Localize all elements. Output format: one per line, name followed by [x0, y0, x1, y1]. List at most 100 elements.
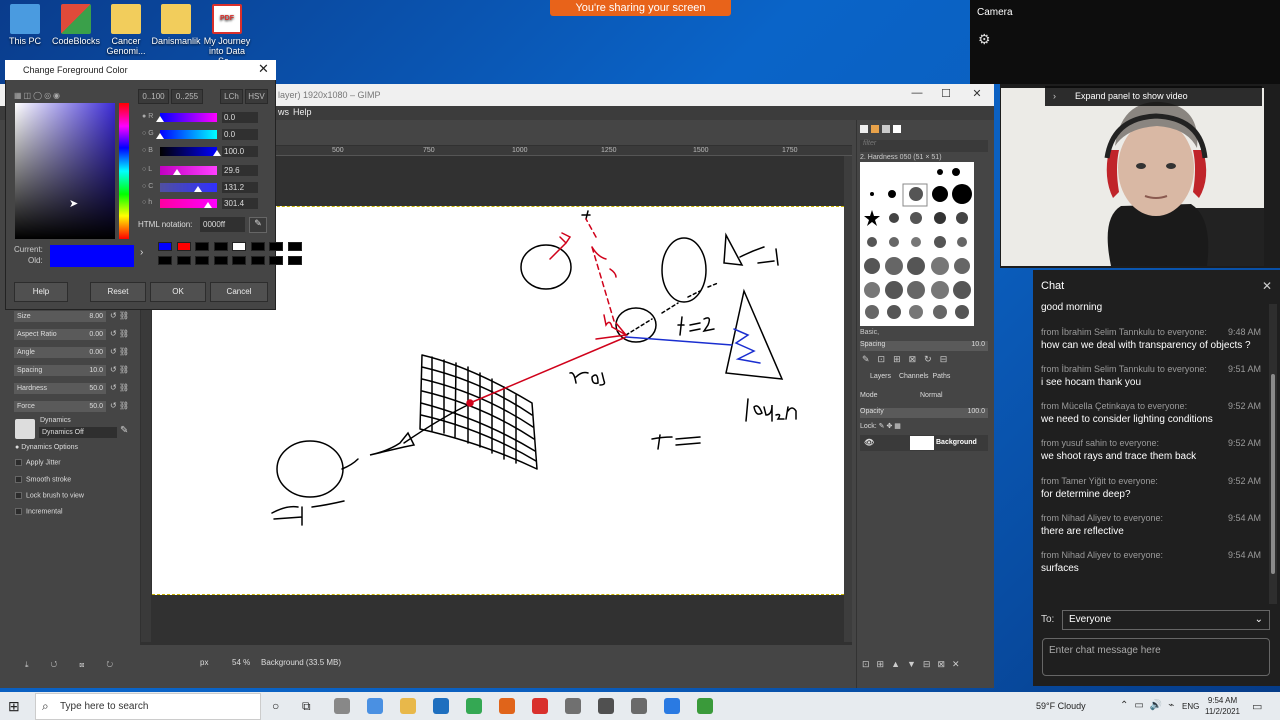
- history-swatch[interactable]: [232, 256, 246, 265]
- layers-tabs[interactable]: Layers Channels Paths: [860, 373, 988, 380]
- taskbar-app-icon[interactable]: [697, 698, 713, 714]
- taskbar-app-icon[interactable]: [433, 698, 449, 714]
- channel-c-slider[interactable]: [160, 183, 217, 192]
- range-0-100-button[interactable]: 0..100: [138, 89, 169, 104]
- gear-icon[interactable]: ⚙: [978, 31, 991, 48]
- size-slider[interactable]: Size 8.00: [14, 311, 106, 322]
- slider-handle[interactable]: [173, 169, 182, 175]
- desktop-icon-my-journey-pdf[interactable]: PDF My Journey into Data Sc...: [202, 4, 252, 66]
- brush-spacing-slider[interactable]: Spacing 10.0: [860, 341, 988, 351]
- desktop-icon-cancer-genomics[interactable]: Cancer Genomi...: [101, 4, 151, 56]
- menu-help[interactable]: Help: [293, 107, 312, 117]
- channel-g-slider[interactable]: [156, 130, 217, 139]
- history-swatch[interactable]: [195, 256, 209, 265]
- reset-icon[interactable]: ↺ ⛓: [110, 401, 132, 410]
- lch-button[interactable]: LCh: [220, 89, 243, 104]
- channel-r-slider[interactable]: [156, 113, 217, 122]
- desktop-icon-this-pc[interactable]: This PC: [0, 4, 50, 46]
- hardness-slider[interactable]: Hardness 50.0: [14, 383, 106, 394]
- taskbar-app-icon[interactable]: [367, 698, 383, 714]
- eyedropper-icon[interactable]: ✎: [249, 217, 267, 233]
- channel-l-value[interactable]: 29.6: [222, 165, 258, 176]
- history-swatch[interactable]: [269, 242, 283, 251]
- saturation-value-picker[interactable]: [15, 103, 115, 239]
- apply-jitter-checkbox[interactable]: Apply Jitter: [15, 459, 61, 466]
- taskbar-app-icon[interactable]: [565, 698, 581, 714]
- html-notation-input[interactable]: 0000ff: [200, 217, 245, 232]
- taskbar-app-icon[interactable]: [631, 698, 647, 714]
- cancel-button[interactable]: Cancel: [210, 282, 268, 302]
- zoom-select[interactable]: 54 %: [232, 658, 250, 667]
- tab-paths[interactable]: Paths: [933, 373, 951, 380]
- reset-icon[interactable]: ↺ ⛓: [110, 329, 132, 338]
- taskbar-app-icon[interactable]: [532, 698, 548, 714]
- channel-h-slider[interactable]: [160, 199, 217, 208]
- channel-r-value[interactable]: 0.0: [222, 112, 258, 123]
- clock[interactable]: 9:54 AM 11/2/2021: [1205, 695, 1240, 717]
- history-swatch[interactable]: [287, 242, 302, 251]
- channel-l-slider[interactable]: [160, 166, 217, 175]
- reset-icon[interactable]: ↺ ⛓: [110, 383, 132, 392]
- reset-button[interactable]: Reset: [90, 282, 146, 302]
- language-indicator[interactable]: ENG: [1182, 702, 1199, 711]
- layer-actions[interactable]: ⊡⊞▲▼⊟⊠✕: [862, 659, 967, 670]
- layer-mode-row[interactable]: Mode Normal: [860, 392, 988, 399]
- brush-actions[interactable]: ✎⊡⊞⊠↻⊟: [862, 354, 955, 365]
- color-selector-tabs[interactable]: ▦◫◯◎◉: [14, 91, 62, 100]
- tab-layers[interactable]: Layers: [870, 373, 891, 380]
- recipient-select[interactable]: Everyone ⌄: [1062, 610, 1270, 630]
- history-swatch[interactable]: [158, 242, 172, 251]
- windows-start-icon[interactable]: ⊞: [8, 698, 20, 715]
- ok-button[interactable]: OK: [150, 282, 206, 302]
- unit-select[interactable]: px: [200, 658, 208, 667]
- history-swatch[interactable]: [250, 242, 265, 251]
- channel-h-value[interactable]: 301.4: [222, 198, 258, 209]
- chat-message-input[interactable]: Enter chat message here: [1042, 638, 1270, 676]
- vertical-scrollbar[interactable]: [844, 156, 852, 642]
- history-swatch[interactable]: [176, 242, 191, 251]
- incremental-checkbox[interactable]: Incremental: [15, 508, 63, 515]
- hsv-button[interactable]: HSV: [245, 89, 268, 104]
- taskbar-app-icon[interactable]: [664, 698, 680, 714]
- reset-icon[interactable]: ↺ ⛓: [110, 365, 132, 374]
- minimize-button[interactable]: —: [907, 87, 927, 99]
- slider-handle[interactable]: [156, 116, 164, 122]
- history-swatch[interactable]: [250, 256, 265, 265]
- help-button[interactable]: Help: [14, 282, 68, 302]
- eye-icon[interactable]: 👁: [864, 438, 874, 447]
- brush-grid[interactable]: [860, 162, 974, 326]
- chat-scrollbar[interactable]: [1269, 304, 1277, 604]
- menu-windows[interactable]: ws: [278, 107, 289, 117]
- history-swatch[interactable]: [176, 256, 191, 265]
- expand-panel-bar[interactable]: › Expand panel to show video: [1045, 86, 1262, 106]
- opacity-slider[interactable]: Opacity 100.0: [860, 408, 988, 418]
- sharing-screen-banner[interactable]: You're sharing your screen: [550, 0, 731, 16]
- system-tray-icons[interactable]: ⌃▭🔊⌁: [1120, 700, 1180, 711]
- lock-row[interactable]: Lock: ✎ ✥ ▦: [860, 422, 901, 430]
- dynamics-select[interactable]: Dynamics Off: [39, 427, 117, 438]
- edit-icon[interactable]: ✎: [120, 425, 128, 436]
- brush-set-select[interactable]: Basic,: [860, 329, 988, 336]
- tab-channels[interactable]: Channels: [899, 373, 929, 380]
- notification-icon[interactable]: ▭: [1252, 700, 1262, 713]
- arrow-right-icon[interactable]: ›: [140, 247, 152, 265]
- channel-b-slider[interactable]: [160, 147, 221, 156]
- angle-slider[interactable]: Angle 0.00: [14, 347, 106, 358]
- task-view-icon[interactable]: ⧉: [302, 699, 311, 714]
- taskbar-app-icon[interactable]: [334, 698, 350, 714]
- tool-options-actions[interactable]: ⤓↺⊠↻: [25, 660, 135, 670]
- channel-c-value[interactable]: 131.2: [222, 182, 258, 193]
- history-swatch[interactable]: [158, 256, 172, 265]
- taskbar-app-icon[interactable]: [499, 698, 515, 714]
- history-swatch[interactable]: [287, 256, 302, 265]
- hue-strip[interactable]: [119, 103, 129, 239]
- desktop-icon-danismanlik[interactable]: Danismanlik: [151, 4, 201, 46]
- taskbar-app-icon[interactable]: [466, 698, 482, 714]
- history-swatch[interactable]: [213, 242, 228, 251]
- aspect-ratio-slider[interactable]: Aspect Ratio 0.00: [14, 329, 106, 340]
- maximize-button[interactable]: ☐: [936, 87, 956, 100]
- reset-icon[interactable]: ↺ ⛓: [110, 347, 132, 356]
- history-swatch[interactable]: [269, 256, 283, 265]
- force-slider[interactable]: Force 50.0: [14, 401, 106, 412]
- history-swatch[interactable]: [232, 242, 246, 251]
